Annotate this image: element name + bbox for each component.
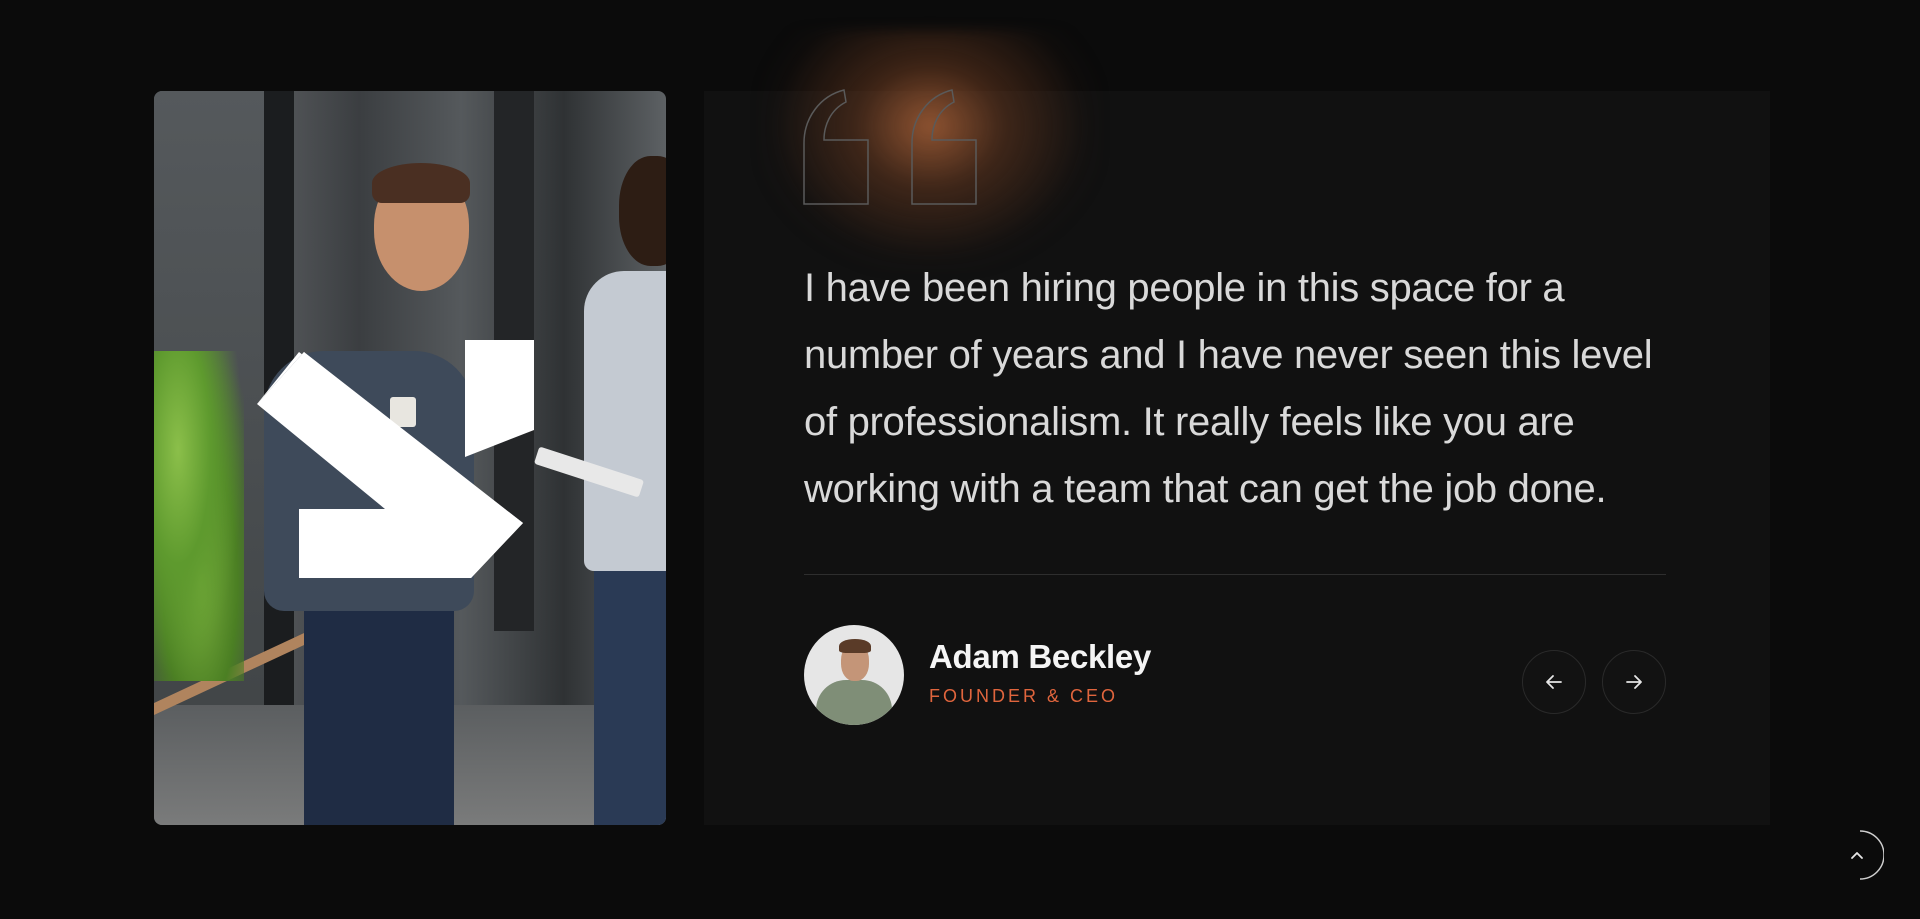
previous-button[interactable] bbox=[1522, 650, 1586, 714]
arrow-left-icon bbox=[1546, 675, 1562, 689]
scroll-to-top-button[interactable] bbox=[1846, 829, 1884, 881]
avatar bbox=[804, 625, 904, 725]
divider bbox=[804, 574, 1666, 575]
author-role: FOUNDER & CEO bbox=[929, 686, 1119, 706]
testimonial-photo bbox=[154, 91, 666, 825]
testimonial-section: I have been hiring people in this space … bbox=[0, 0, 1920, 919]
arrow-right-icon bbox=[1626, 675, 1642, 689]
author-name: Adam Beckley bbox=[929, 638, 1152, 675]
brand-logo-mark bbox=[257, 340, 534, 578]
chevron-up-icon bbox=[1851, 830, 1884, 880]
testimonial-quote: I have been hiring people in this space … bbox=[804, 266, 1653, 511]
next-button[interactable] bbox=[1602, 650, 1666, 714]
quote-mark-icon bbox=[803, 89, 977, 205]
